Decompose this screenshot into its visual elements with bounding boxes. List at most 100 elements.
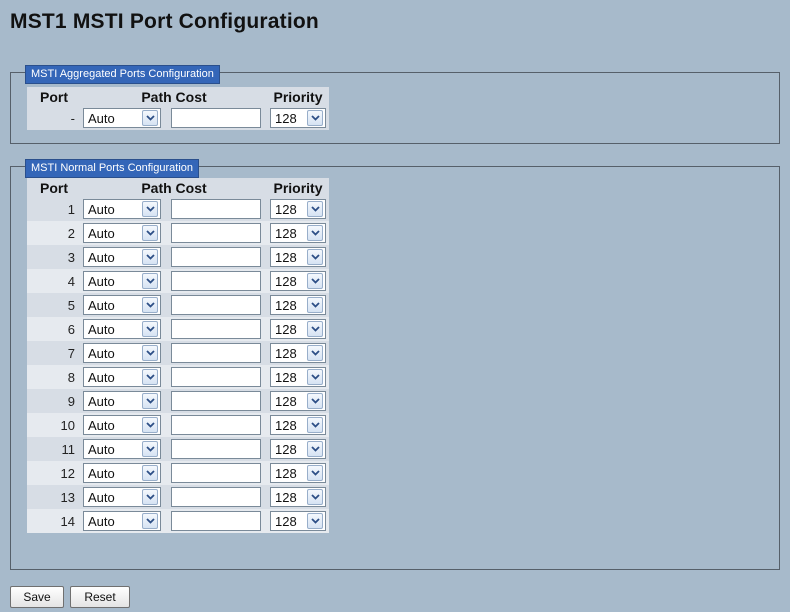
path-cost-input[interactable] [171,247,261,267]
path-cost-mode-select[interactable]: Auto [83,295,161,315]
chevron-down-icon[interactable] [142,110,158,126]
path-cost-mode-select[interactable]: Auto [83,247,161,267]
chevron-down-icon[interactable] [142,393,158,409]
chevron-down-icon[interactable] [307,249,323,265]
path-cost-mode-select[interactable]: Auto [83,367,161,387]
chevron-down-icon[interactable] [307,513,323,529]
chevron-down-icon[interactable] [142,273,158,289]
priority-select[interactable]: 128 [270,391,326,411]
chevron-down-icon[interactable] [307,345,323,361]
path-cost-mode-select[interactable]: Auto [83,223,161,243]
chevron-down-icon[interactable] [142,441,158,457]
priority-select[interactable]: 128 [270,487,326,507]
path-cost-mode-select[interactable]: Auto [83,487,161,507]
chevron-down-icon[interactable] [142,249,158,265]
path-cost-mode-value: Auto [88,369,115,385]
path-cost-input[interactable] [171,295,261,315]
priority-select[interactable]: 128 [270,367,326,387]
path-cost-mode-value: Auto [88,110,115,126]
path-cost-mode-select[interactable]: Auto [83,463,161,483]
chevron-down-icon[interactable] [307,110,323,126]
priority-select[interactable]: 128 [270,319,326,339]
table-row: 2 Auto 128 [27,221,329,245]
path-cost-value-cell [171,317,267,341]
path-cost-input[interactable] [171,223,261,243]
chevron-down-icon[interactable] [307,369,323,385]
chevron-down-icon[interactable] [142,201,158,217]
priority-value: 128 [275,489,297,505]
path-cost-input[interactable] [171,343,261,363]
chevron-down-icon[interactable] [307,393,323,409]
chevron-down-icon[interactable] [142,321,158,337]
path-cost-mode-select[interactable]: Auto [83,415,161,435]
priority-select[interactable]: 128 [270,108,326,128]
path-cost-input[interactable] [171,199,261,219]
chevron-down-icon[interactable] [307,297,323,313]
priority-select[interactable]: 128 [270,415,326,435]
port-number: 8 [27,365,81,389]
reset-button[interactable]: Reset [70,586,130,608]
path-cost-mode-cell: Auto [81,413,171,437]
path-cost-mode-select[interactable]: Auto [83,199,161,219]
path-cost-mode-cell: Auto [81,269,171,293]
chevron-down-icon[interactable] [142,417,158,433]
path-cost-mode-select[interactable]: Auto [83,439,161,459]
priority-header: Priority [267,178,329,197]
path-cost-input[interactable] [171,108,261,128]
table-row: 12 Auto 128 [27,461,329,485]
chevron-down-icon[interactable] [307,441,323,457]
path-cost-mode-select[interactable]: Auto [83,319,161,339]
priority-select[interactable]: 128 [270,199,326,219]
path-cost-mode-select[interactable]: Auto [83,108,161,128]
chevron-down-icon[interactable] [307,417,323,433]
chevron-down-icon[interactable] [307,201,323,217]
priority-select[interactable]: 128 [270,463,326,483]
chevron-down-icon[interactable] [142,465,158,481]
chevron-down-icon[interactable] [142,513,158,529]
chevron-down-icon[interactable] [142,297,158,313]
priority-select[interactable]: 128 [270,343,326,363]
priority-select[interactable]: 128 [270,295,326,315]
path-cost-mode-value: Auto [88,249,115,265]
path-cost-header: Path Cost [81,178,267,197]
chevron-down-icon[interactable] [142,489,158,505]
port-number: 9 [27,389,81,413]
table-row: 8 Auto 128 [27,365,329,389]
path-cost-mode-value: Auto [88,513,115,529]
path-cost-value-cell [171,197,267,221]
path-cost-mode-select[interactable]: Auto [83,391,161,411]
path-cost-input[interactable] [171,271,261,291]
priority-select[interactable]: 128 [270,247,326,267]
priority-select[interactable]: 128 [270,439,326,459]
priority-cell: 128 [267,197,329,221]
path-cost-input[interactable] [171,319,261,339]
path-cost-input[interactable] [171,487,261,507]
path-cost-value-cell [171,221,267,245]
priority-select[interactable]: 128 [270,223,326,243]
port-header: Port [27,87,81,106]
chevron-down-icon[interactable] [142,369,158,385]
path-cost-input[interactable] [171,439,261,459]
chevron-down-icon[interactable] [307,489,323,505]
chevron-down-icon[interactable] [142,225,158,241]
path-cost-input[interactable] [171,415,261,435]
priority-cell: 128 [267,461,329,485]
path-cost-input[interactable] [171,391,261,411]
path-cost-input[interactable] [171,511,261,531]
aggregated-ports-legend: MSTI Aggregated Ports Configuration [25,65,220,84]
chevron-down-icon[interactable] [307,225,323,241]
chevron-down-icon[interactable] [307,465,323,481]
chevron-down-icon[interactable] [307,321,323,337]
path-cost-mode-select[interactable]: Auto [83,343,161,363]
priority-select[interactable]: 128 [270,511,326,531]
chevron-down-icon[interactable] [142,345,158,361]
table-row: 6 Auto 128 [27,317,329,341]
path-cost-mode-select[interactable]: Auto [83,271,161,291]
save-button[interactable]: Save [10,586,64,608]
priority-select[interactable]: 128 [270,271,326,291]
chevron-down-icon[interactable] [307,273,323,289]
path-cost-input[interactable] [171,463,261,483]
path-cost-mode-select[interactable]: Auto [83,511,161,531]
path-cost-input[interactable] [171,367,261,387]
path-cost-value-cell [171,389,267,413]
